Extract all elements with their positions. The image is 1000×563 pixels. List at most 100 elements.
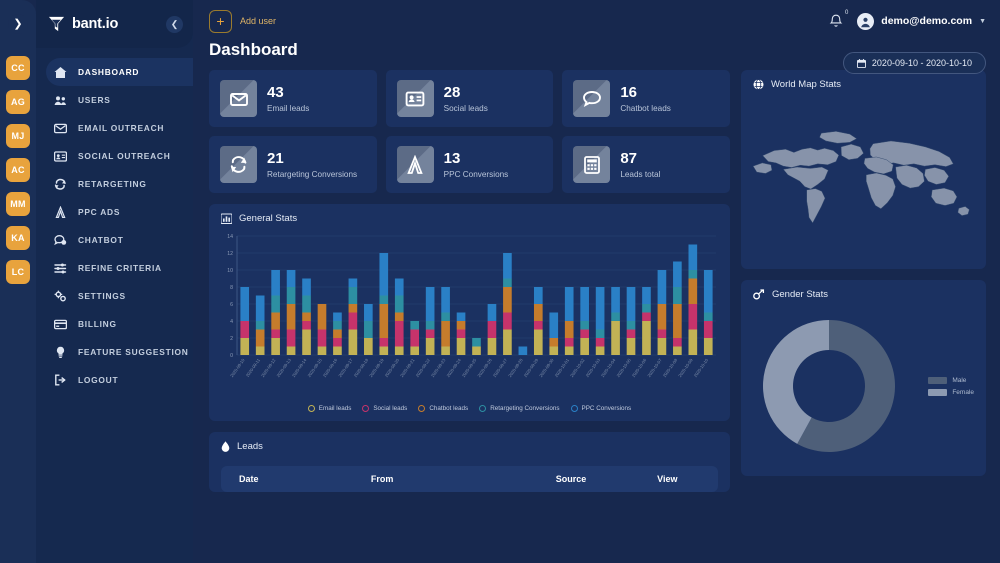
sidebar-item-users[interactable]: USERS xyxy=(36,86,193,114)
chart-bar-segment[interactable] xyxy=(688,270,698,279)
chart-bar-segment[interactable] xyxy=(379,304,389,338)
chart-bar-segment[interactable] xyxy=(302,321,311,330)
chart-bar-segment[interactable] xyxy=(657,338,667,355)
chart-bar-segment[interactable] xyxy=(456,312,466,322)
chart-bar-segment[interactable] xyxy=(410,346,420,356)
chart-bar-segment[interactable] xyxy=(379,253,389,296)
chart-bar-segment[interactable] xyxy=(580,321,589,330)
chart-bar-segment[interactable] xyxy=(394,295,404,313)
chart-bar-segment[interactable] xyxy=(580,329,589,339)
stat-card[interactable]: 87 Leads total xyxy=(562,136,730,193)
chart-bar-segment[interactable] xyxy=(642,304,651,313)
sidebar-item-refine-criteria[interactable]: REFINE CRITERIA xyxy=(36,254,193,282)
chart-bar-segment[interactable] xyxy=(503,329,512,356)
chart-bar-segment[interactable] xyxy=(317,304,327,330)
chart-bar-segment[interactable] xyxy=(364,321,373,338)
chart-bar-segment[interactable] xyxy=(518,346,528,356)
rail-avatar[interactable]: LC xyxy=(6,260,30,284)
chart-bar-segment[interactable] xyxy=(394,312,404,322)
chart-bar-segment[interactable] xyxy=(673,261,682,288)
sidebar-item-billing[interactable]: BILLING xyxy=(36,310,193,338)
chart-bar-segment[interactable] xyxy=(611,321,620,355)
chart-bar-segment[interactable] xyxy=(394,278,404,296)
chart-bar-segment[interactable] xyxy=(580,338,589,355)
chart-bar-segment[interactable] xyxy=(472,338,481,347)
chart-bar-segment[interactable] xyxy=(626,329,636,339)
stacked-bar-chart[interactable]: 024681012142020-09-10 2020-09-11 2020-09-1… xyxy=(215,232,720,397)
chart-bar-segment[interactable] xyxy=(410,321,420,330)
chart-bar-segment[interactable] xyxy=(394,346,404,356)
chart-bar-segment[interactable] xyxy=(286,304,296,330)
chart-bar-segment[interactable] xyxy=(456,338,466,355)
chart-bar-segment[interactable] xyxy=(503,287,512,313)
chart-bar-segment[interactable] xyxy=(286,287,296,304)
chart-bar-segment[interactable] xyxy=(549,346,559,356)
add-user-button[interactable]: + Add user xyxy=(209,9,276,33)
chart-bar-segment[interactable] xyxy=(317,346,327,356)
stat-card[interactable]: 43 Email leads xyxy=(209,70,377,127)
chart-bar-segment[interactable] xyxy=(441,287,450,313)
chart-bar-segment[interactable] xyxy=(533,304,543,321)
chart-bar-segment[interactable] xyxy=(425,287,435,321)
chart-bar-segment[interactable] xyxy=(286,329,296,347)
chart-bar-segment[interactable] xyxy=(379,295,389,305)
chart-bar-segment[interactable] xyxy=(580,287,589,321)
chart-bar-segment[interactable] xyxy=(441,346,450,356)
chart-bar-segment[interactable] xyxy=(626,287,636,321)
sidebar-item-logout[interactable]: LOGOUT xyxy=(36,366,193,394)
chart-bar-segment[interactable] xyxy=(348,287,358,304)
chart-bar-segment[interactable] xyxy=(364,338,373,355)
chart-bar-segment[interactable] xyxy=(657,329,667,339)
chart-bar-segment[interactable] xyxy=(286,270,296,287)
chart-bar-segment[interactable] xyxy=(255,321,265,330)
sidebar-item-dashboard[interactable]: DASHBOARD xyxy=(46,58,193,86)
chart-bar-segment[interactable] xyxy=(271,312,280,330)
chart-bar-segment[interactable] xyxy=(564,346,574,356)
chart-bar-segment[interactable] xyxy=(595,329,605,339)
chart-bar-segment[interactable] xyxy=(703,321,713,338)
chart-bar-segment[interactable] xyxy=(703,312,713,322)
chart-legend-item[interactable]: Social leads xyxy=(362,405,407,412)
chart-bar-segment[interactable] xyxy=(503,278,512,288)
chart-bar-segment[interactable] xyxy=(394,321,404,347)
chart-bar-segment[interactable] xyxy=(503,312,512,330)
chart-bar-segment[interactable] xyxy=(333,338,342,347)
chart-bar-segment[interactable] xyxy=(348,304,358,313)
chart-bar-segment[interactable] xyxy=(688,329,698,356)
sidebar-item-chatbot[interactable]: CHATBOT xyxy=(36,226,193,254)
chart-legend-item[interactable]: Retargeting Conversions xyxy=(479,405,560,412)
chart-bar-segment[interactable] xyxy=(673,338,682,347)
chart-bar-segment[interactable] xyxy=(703,338,713,355)
chart-bar-segment[interactable] xyxy=(425,321,435,330)
chart-bar-segment[interactable] xyxy=(379,346,389,356)
rail-expand-button[interactable]: ❯ xyxy=(8,14,28,34)
chart-bar-segment[interactable] xyxy=(611,287,620,313)
sidebar-item-feature-suggestion[interactable]: FEATURE SUGGESTION xyxy=(36,338,193,366)
chart-bar-segment[interactable] xyxy=(333,346,342,356)
chart-bar-segment[interactable] xyxy=(348,329,358,356)
chart-bar-segment[interactable] xyxy=(240,338,250,355)
chart-bar-segment[interactable] xyxy=(271,270,280,296)
chart-bar-segment[interactable] xyxy=(286,346,296,356)
rail-avatar[interactable]: AG xyxy=(6,90,30,114)
chart-bar-segment[interactable] xyxy=(333,329,342,339)
chart-bar-segment[interactable] xyxy=(642,312,651,322)
chart-bar-segment[interactable] xyxy=(657,304,667,330)
chart-bar-segment[interactable] xyxy=(317,329,327,347)
rail-avatar[interactable]: KA xyxy=(6,226,30,250)
chart-bar-segment[interactable] xyxy=(302,329,311,356)
chart-bar-segment[interactable] xyxy=(657,270,667,304)
sidebar-item-retargeting[interactable]: RETARGETING xyxy=(36,170,193,198)
chart-bar-segment[interactable] xyxy=(549,338,559,347)
stat-card[interactable]: 28 Social leads xyxy=(385,70,554,127)
notifications-button[interactable]: 0 xyxy=(829,10,848,29)
chart-bar-segment[interactable] xyxy=(379,338,389,347)
chart-bar-segment[interactable] xyxy=(595,346,605,356)
chart-bar-segment[interactable] xyxy=(333,321,342,330)
chart-bar-segment[interactable] xyxy=(348,278,358,288)
world-map-graphic[interactable] xyxy=(749,96,978,261)
chart-bar-segment[interactable] xyxy=(271,295,280,313)
user-menu[interactable]: demo@demo.com ▼ xyxy=(857,12,986,30)
chart-bar-segment[interactable] xyxy=(487,304,497,321)
chart-bar-segment[interactable] xyxy=(611,312,620,322)
